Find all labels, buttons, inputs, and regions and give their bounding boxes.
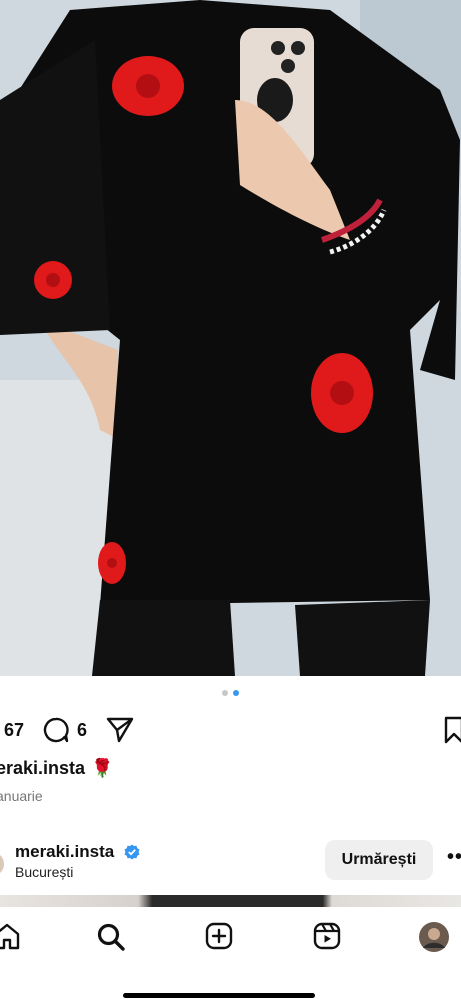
rose-emoji: 🌹 [91, 758, 114, 778]
likes-count[interactable]: 67 [4, 720, 24, 741]
home-icon[interactable] [0, 922, 20, 955]
profile-row: meraki.insta București Urmărești ••• [0, 838, 461, 886]
avatar[interactable] [0, 852, 4, 876]
post-date: anuarie [0, 788, 43, 804]
reels-icon[interactable] [313, 922, 341, 955]
post-caption: eraki.insta 🌹 [0, 758, 113, 779]
verified-badge-icon [124, 844, 140, 865]
more-options-icon[interactable]: ••• [447, 846, 461, 869]
comments-count[interactable]: 6 [77, 720, 87, 741]
bookmark-icon[interactable] [443, 716, 461, 749]
photo-illustration [0, 0, 461, 676]
comment-icon[interactable] [42, 716, 70, 749]
caption-username[interactable]: eraki.insta [0, 758, 85, 778]
profile-avatar[interactable] [418, 921, 450, 958]
next-post-preview [0, 895, 461, 907]
carousel-dot [222, 690, 228, 696]
home-indicator [123, 993, 315, 998]
post-actions: 67 6 [0, 712, 461, 746]
bottom-tab-bar [0, 908, 461, 968]
following-button[interactable]: Urmărești [325, 840, 433, 880]
send-icon[interactable] [106, 716, 134, 749]
carousel-dot-active [233, 690, 239, 696]
post-photo[interactable] [0, 0, 461, 676]
carousel-indicator [0, 690, 461, 696]
plus-square-icon[interactable] [205, 922, 233, 955]
profile-username[interactable]: meraki.insta [15, 842, 114, 862]
profile-location: București [15, 864, 74, 880]
search-icon[interactable] [96, 922, 126, 957]
